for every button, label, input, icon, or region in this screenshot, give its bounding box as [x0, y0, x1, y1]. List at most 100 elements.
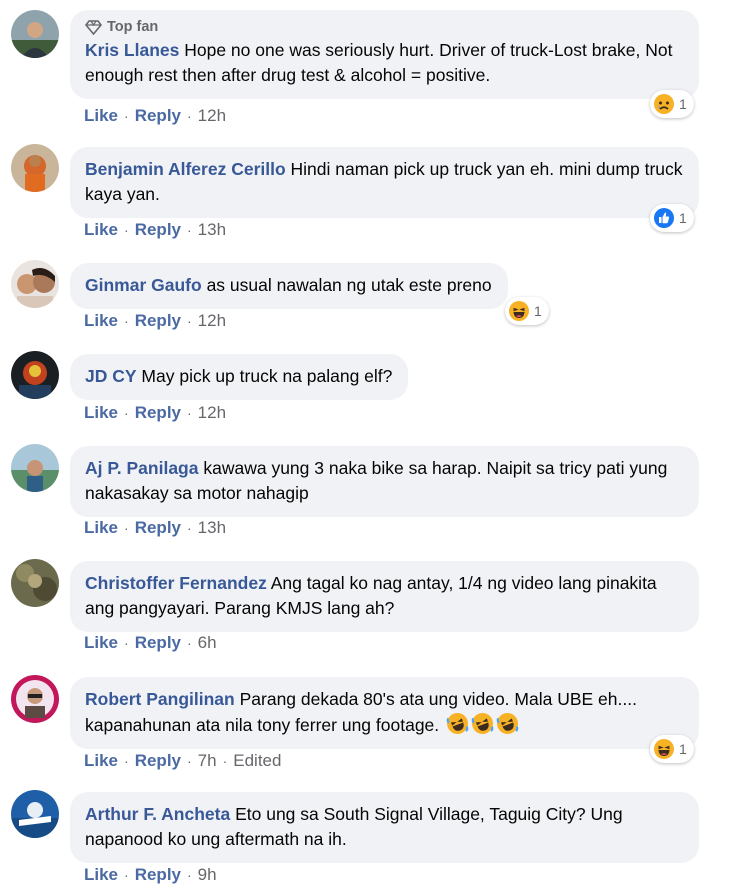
comment-bubble: Robert Pangilinan Parang dekada 80's ata… — [70, 677, 699, 749]
like-link[interactable]: Like — [84, 865, 118, 885]
avatar[interactable] — [11, 444, 59, 492]
comment-author[interactable]: Benjamin Alferez Cerillo — [85, 159, 286, 179]
comment-timestamp[interactable]: 12h — [198, 311, 226, 331]
reply-link[interactable]: Reply — [135, 518, 181, 538]
separator-dot: · — [187, 405, 192, 421]
comment-item: Aj P. Panilaga kawawa yung 3 naka bike s… — [0, 444, 750, 544]
sad-reaction-icon — [654, 94, 674, 114]
like-link[interactable]: Like — [84, 220, 118, 240]
comment-timestamp[interactable]: 6h — [198, 633, 217, 653]
avatar[interactable] — [11, 675, 59, 723]
reply-link[interactable]: Reply — [135, 106, 181, 126]
comment-timestamp[interactable]: 12h — [198, 106, 226, 126]
comment-actions: Like · Reply · 12h — [84, 311, 226, 331]
reply-link[interactable]: Reply — [135, 633, 181, 653]
reaction-count: 1 — [534, 303, 542, 319]
separator-dot: · — [124, 108, 129, 124]
comment-text: May pick up truck na palang elf? — [141, 366, 393, 386]
like-link[interactable]: Like — [84, 403, 118, 423]
comment-item: Benjamin Alferez Cerillo Hindi naman pic… — [0, 144, 750, 244]
comment-timestamp[interactable]: 7h — [198, 751, 217, 771]
separator-dot: · — [187, 520, 192, 536]
separator-dot: · — [124, 520, 129, 536]
avatar[interactable] — [11, 10, 59, 58]
like-link[interactable]: Like — [84, 311, 118, 331]
reaction-count: 1 — [679, 210, 687, 226]
comment-bubble: JD CY May pick up truck na palang elf? — [70, 354, 409, 400]
avatar[interactable] — [11, 260, 59, 308]
comment-bubble: Benjamin Alferez Cerillo Hindi naman pic… — [70, 147, 699, 218]
comment-item: Robert Pangilinan Parang dekada 80's ata… — [0, 675, 750, 779]
reaction-summary[interactable]: 1 — [650, 90, 694, 118]
like-link[interactable]: Like — [84, 518, 118, 538]
reply-link[interactable]: Reply — [135, 865, 181, 885]
reaction-summary[interactable]: 1 — [650, 735, 694, 763]
reply-link[interactable]: Reply — [135, 403, 181, 423]
separator-dot: · — [222, 753, 228, 769]
separator-dot: · — [124, 635, 129, 651]
comment-author[interactable]: Robert Pangilinan — [85, 689, 235, 709]
like-reaction-icon — [654, 208, 674, 228]
haha-reaction-icon — [654, 739, 674, 759]
like-link[interactable]: Like — [84, 633, 118, 653]
separator-dot: · — [187, 108, 192, 124]
reaction-summary[interactable]: 1 — [650, 204, 694, 232]
comment-timestamp[interactable]: 13h — [198, 220, 226, 240]
rofl-emoji — [496, 713, 519, 734]
comment-bubble: Aj P. Panilaga kawawa yung 3 naka bike s… — [70, 446, 699, 517]
separator-dot: · — [124, 313, 129, 329]
comment-bubble: Christoffer Fernandez Ang tagal ko nag a… — [70, 561, 699, 632]
comment-author[interactable]: Christoffer Fernandez — [85, 573, 267, 593]
diamond-icon — [85, 19, 102, 35]
like-link[interactable]: Like — [84, 751, 118, 771]
reply-link[interactable]: Reply — [135, 751, 181, 771]
separator-dot: · — [187, 222, 192, 238]
comment-timestamp[interactable]: 13h — [198, 518, 226, 538]
reaction-summary[interactable]: 1 — [505, 297, 549, 325]
reply-link[interactable]: Reply — [135, 220, 181, 240]
comment-bubble: Top fan Kris Llanes Hope no one was seri… — [70, 10, 699, 99]
like-link[interactable]: Like — [84, 106, 118, 126]
separator-dot: · — [124, 405, 129, 421]
comment-timestamp[interactable]: 12h — [198, 403, 226, 423]
comment-author[interactable]: Aj P. Panilaga — [85, 458, 198, 478]
separator-dot: · — [124, 753, 129, 769]
comment-bubble: Arthur F. Ancheta Eto ung sa South Signa… — [70, 792, 699, 863]
comment-item: Arthur F. Ancheta Eto ung sa South Signa… — [0, 790, 750, 886]
comment-text: as usual nawalan ng utak este preno — [206, 275, 492, 295]
comment-item: Ginmar Gaufo as usual nawalan ng utak es… — [0, 260, 750, 340]
comment-author[interactable]: Kris Llanes — [85, 40, 179, 60]
separator-dot: · — [124, 222, 129, 238]
comment-actions: Like · Reply · 7h · Edited — [84, 751, 281, 771]
avatar[interactable] — [11, 559, 59, 607]
comment-actions: Like · Reply · 9h — [84, 865, 217, 885]
avatar[interactable] — [11, 144, 59, 192]
reaction-count: 1 — [679, 96, 687, 112]
comment-item: JD CY May pick up truck na palang elf? L… — [0, 351, 750, 431]
comment-author[interactable]: JD CY — [85, 366, 137, 386]
haha-reaction-icon — [509, 301, 529, 321]
comment-author[interactable]: Ginmar Gaufo — [85, 275, 202, 295]
separator-dot: · — [187, 313, 192, 329]
rofl-emoji — [446, 713, 469, 734]
comment-actions: Like · Reply · 13h — [84, 220, 226, 240]
separator-dot: · — [187, 867, 192, 883]
comment-actions: Like · Reply · 13h — [84, 518, 226, 538]
edited-label[interactable]: Edited — [233, 751, 281, 771]
separator-dot: · — [187, 753, 192, 769]
avatar[interactable] — [11, 790, 59, 838]
comment-actions: Like · Reply · 6h — [84, 633, 217, 653]
reply-link[interactable]: Reply — [135, 311, 181, 331]
top-fan-label: Top fan — [107, 19, 159, 35]
comment-bubble: Ginmar Gaufo as usual nawalan ng utak es… — [70, 263, 508, 309]
rofl-emoji — [471, 713, 494, 734]
comment-actions: Like · Reply · 12h — [84, 106, 226, 126]
comment-actions: Like · Reply · 12h — [84, 403, 226, 423]
comment-item: Top fan Kris Llanes Hope no one was seri… — [0, 0, 750, 128]
reaction-count: 1 — [679, 741, 687, 757]
comment-author[interactable]: Arthur F. Ancheta — [85, 804, 230, 824]
separator-dot: · — [124, 867, 129, 883]
avatar[interactable] — [11, 351, 59, 399]
comment-item: Christoffer Fernandez Ang tagal ko nag a… — [0, 559, 750, 659]
comment-timestamp[interactable]: 9h — [198, 865, 217, 885]
